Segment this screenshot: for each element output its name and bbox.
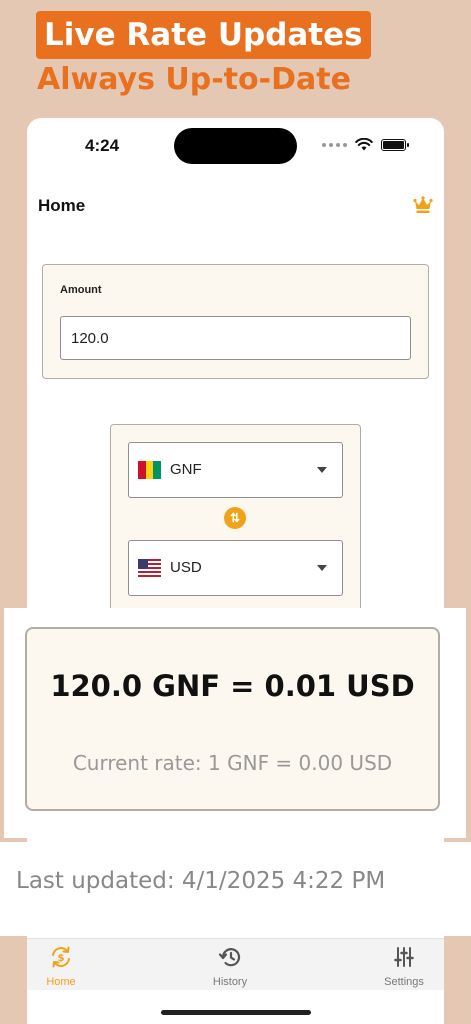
swap-vertical-icon[interactable]: ⇅ <box>224 507 246 529</box>
tab-label: History <box>212 976 248 988</box>
last-updated-panel: Last updated: 4/1/2025 4:22 PM <box>0 842 471 936</box>
tab-home[interactable]: $ Home <box>27 945 96 988</box>
conversion-result: 120.0 GNF = 0.01 USD <box>50 669 415 703</box>
history-icon <box>218 948 241 967</box>
promo-subtitle: Always Up-to-Date <box>37 62 351 97</box>
amount-input[interactable] <box>60 316 411 360</box>
tab-label: Home <box>46 976 76 988</box>
home-indicator <box>161 1010 311 1015</box>
current-rate: Current rate: 1 GNF = 0.00 USD <box>72 751 393 775</box>
tab-settings[interactable]: Settings <box>369 945 439 988</box>
tab-history[interactable]: History <box>195 945 265 988</box>
to-currency-code: USD <box>170 559 202 576</box>
page-title: Home <box>38 196 86 215</box>
crown-icon[interactable] <box>413 196 433 214</box>
battery-icon <box>381 138 409 151</box>
sliders-icon <box>394 947 414 967</box>
chevron-down-icon <box>317 565 327 571</box>
to-currency-dropdown[interactable]: USD <box>128 540 343 596</box>
currency-exchange-icon: $ <box>52 946 70 968</box>
tab-bar: $ Home History Settings <box>27 938 444 990</box>
currency-selector-card: GNF ⇅ USD <box>110 424 361 614</box>
svg-text:$: $ <box>58 953 65 964</box>
result-zoom-panel: 120.0 GNF = 0.01 USD Current rate: 1 GNF… <box>4 608 466 838</box>
from-currency-dropdown[interactable]: GNF <box>128 442 343 498</box>
guinea-flag-icon <box>138 461 161 479</box>
chevron-down-icon <box>317 467 327 473</box>
result-card: 120.0 GNF = 0.01 USD Current rate: 1 GNF… <box>25 627 440 811</box>
dynamic-island <box>174 128 297 164</box>
us-flag-icon <box>138 559 161 577</box>
last-updated-text: Last updated: 4/1/2025 4:22 PM <box>16 868 386 894</box>
amount-label: Amount <box>60 284 102 296</box>
from-currency-code: GNF <box>170 461 202 478</box>
status-icons <box>322 138 409 151</box>
tab-label: Settings <box>384 976 424 988</box>
wifi-icon <box>355 138 373 151</box>
amount-card: Amount <box>42 264 429 379</box>
signal-icon <box>322 142 347 147</box>
promo-title: Live Rate Updates <box>36 11 371 59</box>
status-time: 4:24 <box>85 136 120 155</box>
